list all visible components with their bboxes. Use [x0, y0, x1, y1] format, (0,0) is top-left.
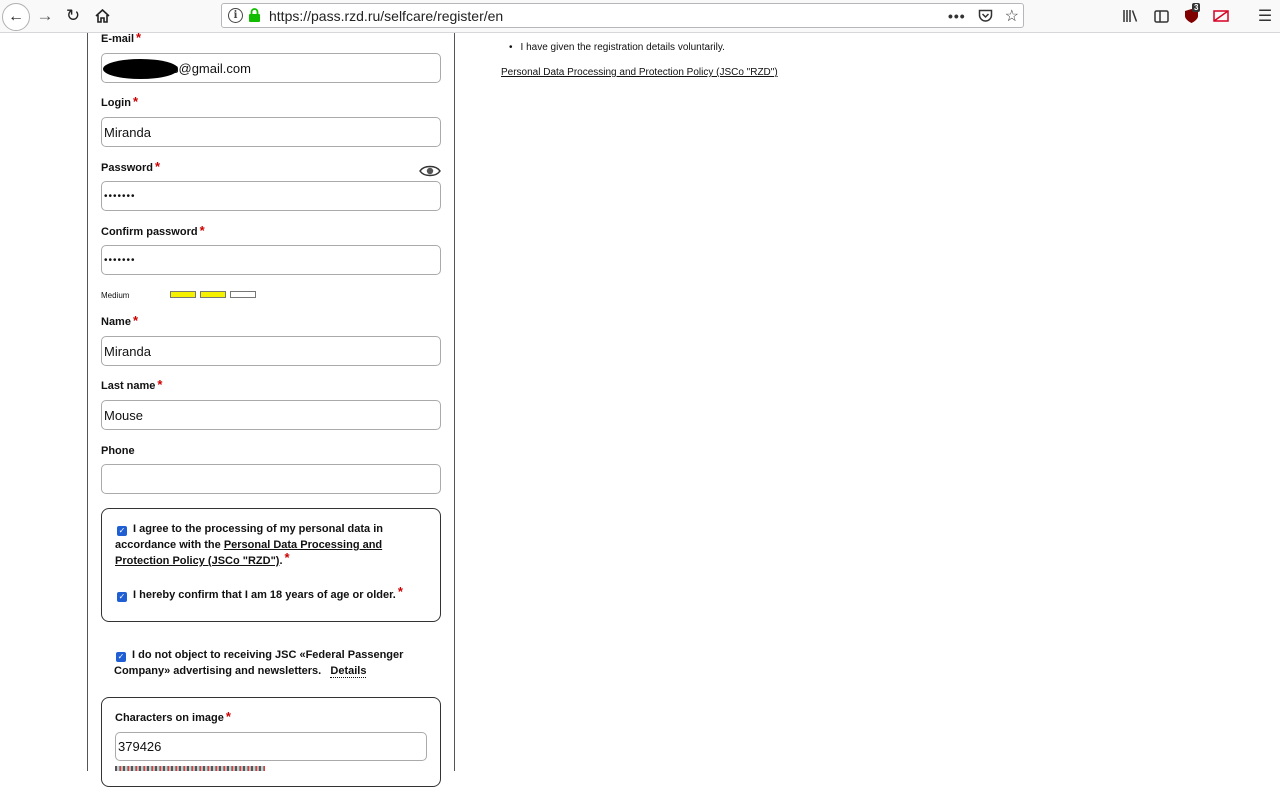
redaction-mark: [103, 59, 178, 79]
sidebar-button[interactable]: [1146, 0, 1176, 32]
last-name-field[interactable]: Mouse: [101, 400, 441, 430]
hamburger-icon: ☰: [1257, 8, 1273, 25]
captcha-field[interactable]: 379426: [115, 732, 427, 761]
consent-box: ✓ I agree to the processing of my person…: [101, 508, 441, 622]
strength-bar-3: [230, 291, 256, 298]
browser-toolbar: ← → ↻ i https://pass.rzd.ru/selfcare/reg…: [0, 0, 1280, 33]
divider: [1236, 0, 1250, 32]
newsletter-text: I do not object to receiving JSC «Federa…: [114, 649, 404, 678]
menu-button[interactable]: ☰: [1250, 0, 1280, 32]
captcha-box: Characters on image * 379426: [101, 697, 441, 787]
info-icon[interactable]: i: [228, 8, 243, 23]
password-strength-label: Medium: [101, 291, 130, 300]
ublock-button[interactable]: 3: [1176, 0, 1206, 32]
last-name-label: Last name *: [101, 377, 163, 392]
bullet-icon: •: [509, 42, 513, 53]
login-field[interactable]: Miranda: [101, 117, 441, 147]
eye-icon[interactable]: [419, 164, 441, 178]
form-left-border: [87, 33, 88, 771]
arrow-left-icon: ←: [8, 8, 24, 25]
pocket-icon[interactable]: [978, 9, 993, 23]
reload-button[interactable]: ↻: [59, 0, 87, 32]
confirm-password-field[interactable]: •••••••: [101, 245, 441, 275]
form-right-border: [454, 33, 455, 771]
bookmark-star-icon[interactable]: ☆: [1005, 6, 1019, 26]
blocked-camera-icon: [1213, 10, 1229, 22]
home-button[interactable]: [88, 0, 116, 32]
phone-label: Phone: [101, 445, 135, 457]
forward-button[interactable]: →: [31, 0, 59, 32]
reload-icon: ↻: [65, 6, 81, 25]
captcha-image: [115, 766, 265, 771]
strength-bar-1: [170, 291, 196, 298]
back-button[interactable]: ←: [2, 3, 30, 31]
extension-button[interactable]: [1206, 0, 1236, 32]
lock-icon: [249, 8, 260, 22]
password-field[interactable]: •••••••: [101, 181, 441, 211]
policy-link[interactable]: Personal Data Processing and Protection …: [501, 67, 778, 78]
ublock-badge: 3: [1192, 3, 1201, 12]
sidebar-icon: [1153, 9, 1169, 23]
library-icon: [1123, 10, 1138, 22]
page-actions-icon[interactable]: •••: [948, 8, 966, 24]
library-button[interactable]: [1116, 0, 1146, 32]
url-text[interactable]: https://pass.rzd.ru/selfcare/register/en: [269, 8, 503, 24]
login-label: Login *: [101, 94, 138, 109]
agree-text: I agree to the processing of my personal…: [115, 523, 384, 567]
home-icon: [94, 9, 110, 23]
strength-bar-2: [200, 291, 226, 298]
age-text: I hereby confirm that I am 18 years of a…: [133, 584, 403, 601]
confirm-password-label: Confirm password *: [101, 223, 205, 238]
name-label: Name *: [101, 313, 139, 328]
url-bar[interactable]: i https://pass.rzd.ru/selfcare/register/…: [221, 3, 1024, 28]
newsletter-details-link[interactable]: Details: [330, 665, 367, 678]
name-field[interactable]: Miranda: [101, 336, 441, 366]
password-label: Password *: [101, 159, 161, 174]
page-content: E-mail * s@gmail.com Login * Miranda Passw…: [0, 30, 1280, 787]
captcha-label: Characters on image *: [115, 709, 231, 724]
email-label: E-mail *: [101, 30, 142, 45]
arrow-right-icon: →: [36, 6, 54, 25]
phone-field[interactable]: [101, 464, 441, 494]
bullet-item: • I have given the registration details v…: [509, 42, 725, 53]
age-checkbox[interactable]: ✓: [117, 592, 127, 602]
